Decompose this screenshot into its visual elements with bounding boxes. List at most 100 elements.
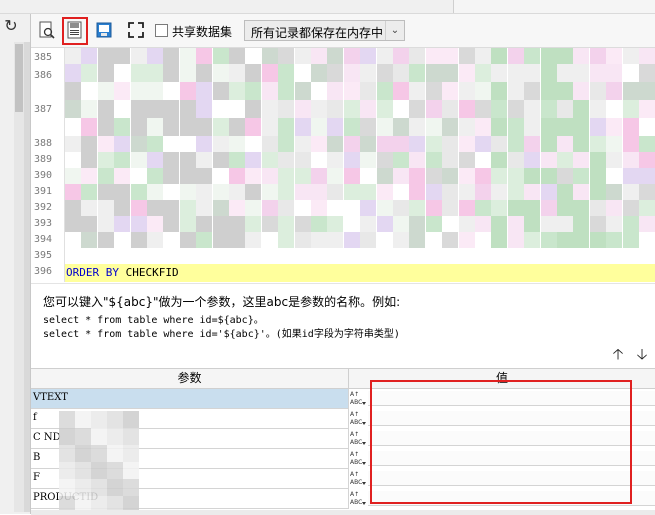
export-button[interactable] [94,20,114,40]
chevron-down-icon[interactable]: ⌄ [385,21,404,40]
redaction-block [179,184,196,200]
redaction-block [229,100,245,118]
move-up-icon[interactable]: 🡡 [611,346,625,362]
redaction-block [639,152,655,168]
redaction-block [458,200,475,216]
redaction-block [97,64,114,82]
svg-text:ABC: ABC [350,499,362,506]
redaction-block [311,200,327,216]
redaction-block [97,184,114,200]
redaction-block [442,152,459,168]
redaction-block [540,184,557,200]
redaction-block [147,82,163,100]
redaction-block [589,168,606,184]
redaction-block [442,216,459,232]
redaction-block [81,48,98,64]
redaction-block [278,64,295,82]
redaction-block [507,168,524,184]
redaction-block [606,100,623,118]
memory-mode-select[interactable]: 所有记录都保存在内存中 ⌄ [244,20,405,41]
redaction-block [97,82,114,100]
redaction-block [229,152,245,168]
redaction-block [179,232,196,248]
redaction-block [557,216,573,232]
left-scroll-track-outer[interactable] [24,42,30,512]
abc-type-icon[interactable]: A↑ ABC [349,469,367,488]
redaction-block [261,232,278,248]
redaction-block [491,216,508,232]
redaction-block [278,216,295,232]
column-header-parameter[interactable]: 参数 [31,369,349,389]
redaction-block [123,445,139,462]
redaction-block [107,479,123,496]
redaction-block [130,48,147,64]
redaction-block [163,118,180,136]
redaction-block [409,136,426,152]
redaction-block [97,118,114,136]
redaction-block [75,428,91,445]
redaction-block [491,100,508,118]
redaction-block [409,232,426,248]
redaction-block [114,216,131,232]
redaction-block [229,64,245,82]
redaction-block [107,462,123,479]
redaction-block [507,64,524,82]
left-scroll-thumb[interactable] [15,44,23,112]
abc-type-icon[interactable]: A↑ ABC [349,389,367,408]
redaction-block [179,82,196,100]
parameter-name-cell[interactable]: VTEXT [31,389,349,409]
redaction-block [606,184,623,200]
redaction-block [147,184,163,200]
share-dataset-checkbox[interactable] [155,24,168,37]
redaction-block [278,232,295,248]
abc-type-icon[interactable]: A↑ ABC [349,449,367,468]
redaction-block [393,82,409,100]
redaction-block [65,200,81,216]
redaction-block [393,216,409,232]
move-down-icon[interactable]: 🡣 [635,346,649,362]
redaction-block [425,136,442,152]
fullscreen-button[interactable] [126,20,146,40]
redaction-block [311,232,327,248]
redaction-block [589,48,606,64]
abc-type-icon[interactable]: A↑ ABC [349,489,367,508]
redaction-block [442,168,459,184]
refresh-icon[interactable]: ↻ [2,17,20,35]
redaction-block [294,100,311,118]
abc-type-icon[interactable]: A↑ ABC [349,409,367,428]
redaction-block [229,216,245,232]
redaction-block [540,118,557,136]
redaction-block [311,118,327,136]
redaction-block [573,118,590,136]
redaction-block [458,184,475,200]
sql-editor[interactable]: 385 386 387 388 389 390 391 392 393 394 395 396 ORD… [31,48,655,282]
redaction-block [409,48,426,64]
redaction-block [327,168,344,184]
redaction-block [557,184,573,200]
redaction-block [343,100,360,118]
redaction-block [245,82,262,100]
redaction-block [212,168,229,184]
abc-type-icon[interactable]: A↑ ABC [349,429,367,448]
redaction-block [622,136,639,152]
redaction-block [81,216,98,232]
redaction-block [458,48,475,64]
redaction-block [343,82,360,100]
redaction-block [557,82,573,100]
left-scroll-track[interactable] [14,42,24,512]
svg-text:A↑: A↑ [350,411,359,418]
redaction-block [507,48,524,64]
redaction-block [540,200,557,216]
redaction-block [360,232,377,248]
redaction-block [557,136,573,152]
redaction-block [278,48,295,64]
redaction-block [557,118,573,136]
redaction-block [123,428,139,445]
dataset-toolbar: 共享数据集 所有记录都保存在内存中 ⌄ [31,14,655,48]
preview-button[interactable] [37,20,57,40]
redaction-block [65,216,81,232]
redaction-block [212,118,229,136]
redaction-block [360,216,377,232]
redaction-block [393,200,409,216]
redaction-block [376,200,393,216]
